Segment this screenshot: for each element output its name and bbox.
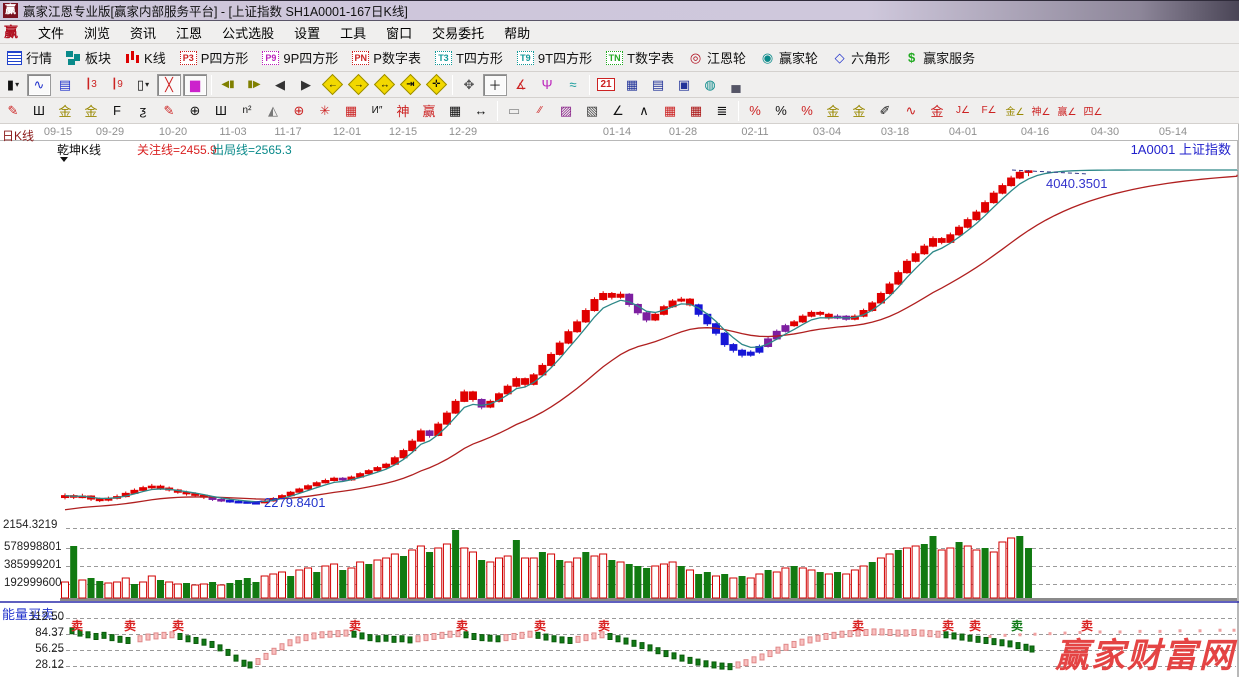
date-tick-04-16: 04-16	[1021, 126, 1049, 138]
sell-signal-mark: 卖	[534, 618, 546, 633]
sell-signal-mark: 卖	[456, 618, 468, 633]
date-tick-03-04: 03-04	[813, 126, 841, 138]
date-tick-12-29: 12-29	[449, 126, 477, 138]
sell-signal-mark: 卖	[852, 618, 864, 633]
date-tick-12-15: 12-15	[389, 126, 417, 138]
watermark: 赢家财富网	[1055, 628, 1235, 677]
scale-base-label: 2154.3219	[3, 519, 57, 531]
date-tick-09-15: 09-15	[44, 126, 72, 138]
sell-signal-mark: 卖	[124, 618, 136, 633]
sell-signal-mark: 卖	[172, 618, 184, 633]
date-tick-09-29: 09-29	[96, 126, 124, 138]
date-tick-05-14: 05-14	[1159, 126, 1187, 138]
sub-axis-1: 112.50	[0, 611, 64, 623]
date-tick-02-11: 02-11	[741, 126, 768, 138]
sub-axis-2: 84.37	[0, 627, 64, 639]
sub-axis-3: 56.25	[0, 643, 64, 655]
sell-signal-mark: 卖	[969, 618, 981, 633]
sell-signal-mark: 卖	[942, 618, 954, 633]
sell-signal-mark: 卖	[71, 618, 83, 633]
volume-axis-3: 192999600	[4, 577, 62, 589]
date-tick-03-18: 03-18	[881, 126, 909, 138]
panel-label-daily-k: 日K线	[2, 127, 34, 144]
date-tick-10-20: 10-20	[159, 126, 187, 138]
date-tick-01-28: 01-28	[669, 126, 697, 138]
attention-line-label: 关注线=2455.9	[137, 141, 217, 158]
sell-signal-mark: 卖	[598, 618, 610, 633]
indicator-name-label[interactable]: 乾坤K线	[57, 141, 101, 158]
date-tick-11-03: 11-03	[219, 126, 246, 138]
chart-canvas[interactable]: 卖卖卖卖卖卖卖卖卖卖卖卖	[0, 0, 1239, 677]
sell-signal-mark: 卖	[1011, 618, 1023, 633]
date-tick-04-01: 04-01	[949, 126, 977, 138]
low-price-label: 2279.8401	[264, 495, 325, 510]
symbol-label: 1A0001 上证指数	[1131, 139, 1231, 158]
date-tick-11-17: 11-17	[274, 126, 301, 138]
indicator-dropdown-arrow[interactable]	[60, 157, 68, 162]
volume-axis-2: 385999201	[4, 559, 62, 571]
sub-axis-4: 28.12	[0, 659, 64, 671]
volume-axis-1: 578998801	[4, 541, 62, 553]
date-tick-12-01: 12-01	[333, 126, 361, 138]
peak-price-label: 4040.3501	[1046, 176, 1107, 191]
date-tick-01-14: 01-14	[603, 126, 631, 138]
sell-signal-mark: 卖	[349, 618, 361, 633]
exit-line-label: 出局线=2565.3	[212, 141, 292, 158]
date-tick-04-30: 04-30	[1091, 126, 1119, 138]
